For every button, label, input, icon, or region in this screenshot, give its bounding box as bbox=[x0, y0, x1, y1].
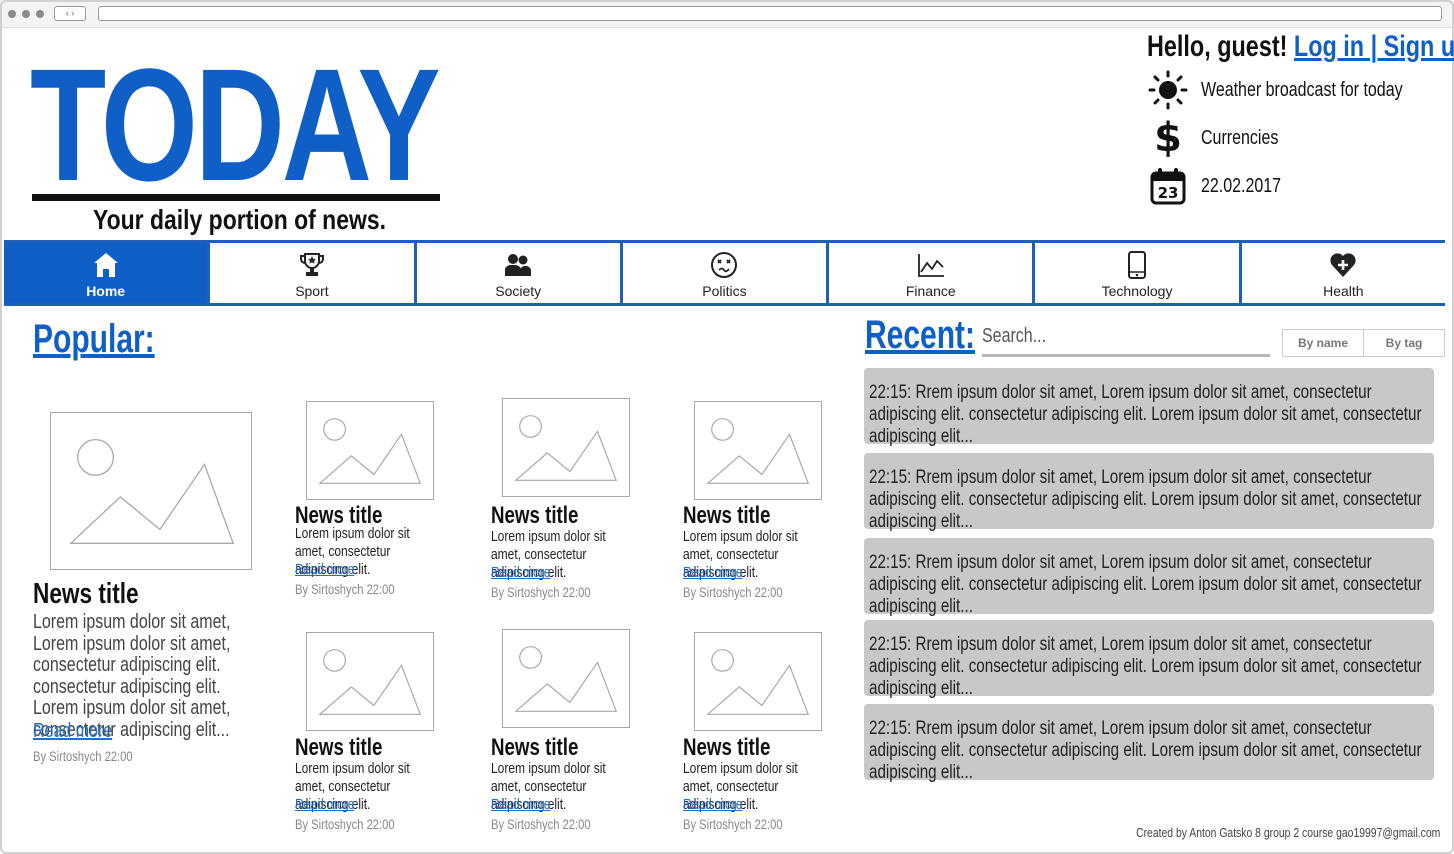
recent-news-item[interactable]: 22:15: Rrem ipsum dolor sit amet, Lorem … bbox=[864, 620, 1434, 699]
date-display: 23 22.02.2017 bbox=[1147, 166, 1301, 206]
search-input[interactable] bbox=[982, 325, 1262, 348]
weather-label: Weather broadcast for today bbox=[1201, 78, 1403, 101]
weather-link[interactable]: Weather broadcast for today bbox=[1147, 70, 1453, 110]
nav-item-politics[interactable]: Politics bbox=[619, 243, 827, 303]
image-placeholder-icon[interactable] bbox=[502, 629, 630, 728]
nav-label: Politics bbox=[702, 283, 747, 299]
home-icon bbox=[91, 250, 121, 280]
sun-icon bbox=[1147, 70, 1189, 110]
news-byline: By Sirtoshych 22:00 bbox=[295, 581, 395, 597]
recent-news-item[interactable]: 22:15: Rrem ipsum dolor sit amet, Lorem … bbox=[864, 368, 1434, 447]
news-byline: By Sirtoshych 22:00 bbox=[295, 816, 395, 832]
news-byline: By Sirtoshych 22:00 bbox=[491, 816, 591, 832]
read-more-link[interactable]: Read more bbox=[683, 796, 742, 813]
recent-heading[interactable]: Recent: bbox=[865, 313, 975, 358]
image-placeholder-icon[interactable] bbox=[694, 401, 822, 500]
nav-item-sport[interactable]: Sport bbox=[207, 243, 414, 303]
nav-item-technology[interactable]: Technology bbox=[1032, 243, 1239, 303]
people-icon bbox=[503, 250, 533, 280]
calendar-icon: 23 bbox=[1147, 166, 1189, 206]
heart-plus-icon bbox=[1328, 250, 1358, 280]
trophy-icon bbox=[297, 250, 327, 280]
greeting-text: Hello, guest! bbox=[1147, 30, 1288, 63]
image-placeholder-icon[interactable] bbox=[694, 632, 822, 731]
nav-label: Sport bbox=[295, 283, 329, 299]
news-byline: By Sirtoshych 22:00 bbox=[683, 584, 783, 600]
category-nav: Home Sport Society Politics Finance Tech… bbox=[4, 240, 1445, 306]
news-title[interactable]: News title bbox=[491, 502, 578, 530]
featured-news-title[interactable]: News title bbox=[33, 578, 139, 611]
calendar-day: 23 bbox=[1158, 184, 1179, 202]
image-placeholder-icon[interactable] bbox=[306, 632, 434, 731]
image-placeholder-icon[interactable] bbox=[306, 401, 434, 500]
news-byline: By Sirtoshych 22:00 bbox=[683, 816, 783, 832]
news-title[interactable]: News title bbox=[683, 734, 770, 762]
site-tagline: Your daily portion of news. bbox=[93, 204, 386, 235]
popular-heading[interactable]: Popular: bbox=[33, 317, 155, 362]
read-more-link[interactable]: Read more bbox=[295, 561, 354, 578]
currencies-label: Currencies bbox=[1201, 126, 1279, 149]
nav-label: Finance bbox=[905, 283, 956, 299]
recent-news-text: 22:15: Rrem ipsum dolor sit amet, Lorem … bbox=[869, 467, 1422, 532]
read-more-link[interactable]: Read more bbox=[683, 564, 742, 581]
read-more-link[interactable]: Read more bbox=[491, 564, 550, 581]
featured-byline: By Sirtoshych 22:00 bbox=[33, 748, 133, 764]
confused-face-icon bbox=[709, 250, 739, 280]
recent-news-text: 22:15: Rrem ipsum dolor sit amet, Lorem … bbox=[869, 552, 1422, 617]
recent-news-text: 22:15: Rrem ipsum dolor sit amet, Lorem … bbox=[869, 718, 1422, 783]
news-byline: By Sirtoshych 22:00 bbox=[491, 584, 591, 600]
footer-credit: Created by Anton Gatsko 8 group 2 course… bbox=[1135, 825, 1440, 840]
image-placeholder-icon[interactable] bbox=[50, 412, 252, 570]
search-box bbox=[982, 325, 1270, 357]
phone-icon bbox=[1122, 250, 1152, 280]
login-signup-link[interactable]: Log in | Sign up bbox=[1294, 30, 1454, 63]
recent-news-item[interactable]: 22:15: Rrem ipsum dolor sit amet, Lorem … bbox=[864, 538, 1434, 617]
currencies-link[interactable]: $ Currencies bbox=[1147, 115, 1298, 161]
image-placeholder-icon[interactable] bbox=[502, 398, 630, 497]
recent-news-text: 22:15: Rrem ipsum dolor sit amet, Lorem … bbox=[869, 634, 1422, 699]
line-chart-icon bbox=[916, 250, 946, 280]
site-logo[interactable]: TODAY bbox=[30, 45, 441, 205]
greeting: Hello, guest! Log in | Sign up bbox=[1147, 30, 1454, 64]
featured-read-more-link[interactable]: Read more bbox=[33, 720, 112, 743]
logo-divider bbox=[32, 194, 440, 201]
nav-label: Society bbox=[495, 283, 542, 299]
read-more-link[interactable]: Read more bbox=[491, 796, 550, 813]
recent-news-item[interactable]: 22:15: Rrem ipsum dolor sit amet, Lorem … bbox=[864, 453, 1434, 532]
date-label: 22.02.2017 bbox=[1201, 174, 1282, 197]
nav-item-health[interactable]: Health bbox=[1238, 243, 1445, 303]
nav-item-home[interactable]: Home bbox=[4, 243, 208, 303]
news-title[interactable]: News title bbox=[683, 502, 770, 530]
nav-item-finance[interactable]: Finance bbox=[826, 243, 1033, 303]
read-more-link[interactable]: Read more bbox=[295, 796, 354, 813]
recent-news-item[interactable]: 22:15: Rrem ipsum dolor sit amet, Lorem … bbox=[864, 704, 1434, 783]
news-title[interactable]: News title bbox=[491, 734, 578, 762]
nav-label: Health bbox=[1323, 283, 1364, 299]
news-title[interactable]: News title bbox=[295, 734, 382, 762]
nav-label: Technology bbox=[1101, 283, 1173, 299]
dollar-icon: $ bbox=[1154, 115, 1182, 161]
recent-news-text: 22:15: Rrem ipsum dolor sit amet, Lorem … bbox=[869, 382, 1422, 447]
filter-by-name-button[interactable]: By name bbox=[1282, 329, 1364, 357]
nav-item-society[interactable]: Society bbox=[413, 243, 620, 303]
nav-label: Home bbox=[86, 283, 126, 299]
filter-by-tag-button[interactable]: By tag bbox=[1363, 329, 1445, 357]
